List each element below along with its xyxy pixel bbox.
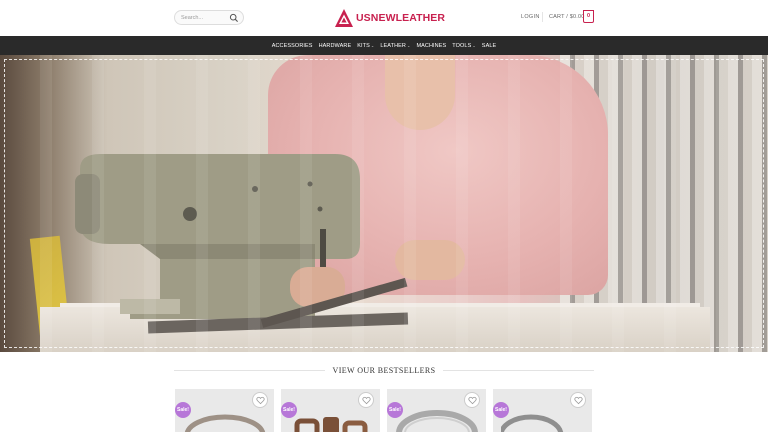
product-image-ring — [184, 414, 266, 432]
product-card[interactable]: Sale! — [281, 389, 380, 432]
product-image-buckles — [294, 417, 368, 432]
wishlist-heart-icon[interactable] — [252, 392, 268, 408]
nav-item-tools[interactable]: TOOLS ⌄ — [449, 43, 479, 49]
nav-item-label: KITS — [357, 42, 370, 49]
header-divider — [542, 12, 543, 22]
heading-rule-right — [443, 369, 594, 371]
cart-link[interactable]: CART / $0.00 — [549, 14, 585, 20]
wishlist-heart-icon[interactable] — [358, 392, 374, 408]
nav-item-leather[interactable]: LEATHER ⌄ — [377, 43, 413, 49]
logo-triangle-icon — [335, 9, 353, 27]
chevron-down-icon: ⌄ — [407, 43, 411, 48]
nav-item-label: ACCESSORIES — [271, 42, 313, 49]
chevron-down-icon: ⌄ — [472, 43, 476, 48]
sale-badge: Sale! — [493, 402, 509, 418]
bestsellers-title: VIEW OUR BESTSELLERS — [332, 365, 436, 375]
nav-item-label: LEATHER — [380, 42, 406, 49]
search-icon[interactable] — [229, 13, 239, 23]
nav-item-hardware[interactable]: HARDWARE — [316, 43, 355, 49]
site-header: USNEWLEATHER LOGIN CART / $0.00 0 — [0, 0, 768, 36]
sale-badge: Sale! — [175, 402, 191, 418]
nav-item-kits[interactable]: KITS ⌄ — [354, 43, 377, 49]
wishlist-heart-icon[interactable] — [464, 392, 480, 408]
nav-item-label: HARDWARE — [318, 42, 352, 49]
sale-badge: Sale! — [387, 402, 403, 418]
heading-rule-left — [174, 369, 325, 371]
wishlist-heart-icon[interactable] — [570, 392, 586, 408]
nav-item-machines[interactable]: MACHINES — [413, 43, 449, 49]
login-link[interactable]: LOGIN — [521, 14, 540, 20]
product-card[interactable]: Sale! — [175, 389, 274, 432]
sale-badge: Sale! — [281, 402, 297, 418]
hero-dashed-frame — [4, 59, 764, 348]
search-box[interactable] — [174, 10, 244, 25]
main-navigation: ACCESSORIES HARDWARE KITS ⌄ LEATHER ⌄ MACH… — [0, 36, 768, 55]
site-logo[interactable]: USNEWLEATHER — [334, 8, 445, 28]
nav-item-label: SALE — [481, 42, 497, 49]
bestsellers-heading: VIEW OUR BESTSELLERS — [174, 364, 594, 376]
cart-count-badge[interactable]: 0 — [583, 10, 594, 23]
product-image-silver-ring — [396, 410, 478, 432]
product-image-grey-ring — [501, 414, 564, 432]
search-input[interactable] — [181, 13, 229, 23]
product-card[interactable]: Sale! — [387, 389, 486, 432]
hero-banner-image[interactable] — [0, 55, 768, 352]
logo-text: USNEWLEATHER — [356, 12, 446, 24]
nav-item-sale[interactable]: SALE — [479, 43, 499, 49]
nav-item-accessories[interactable]: ACCESSORIES — [269, 43, 316, 49]
nav-item-label: MACHINES — [416, 42, 447, 49]
product-card[interactable]: Sale! — [493, 389, 592, 432]
chevron-down-icon: ⌄ — [370, 43, 375, 48]
product-grid: Sale! Sale! Sale! Sale! — [175, 389, 595, 432]
nav-item-label: TOOLS — [452, 42, 472, 49]
